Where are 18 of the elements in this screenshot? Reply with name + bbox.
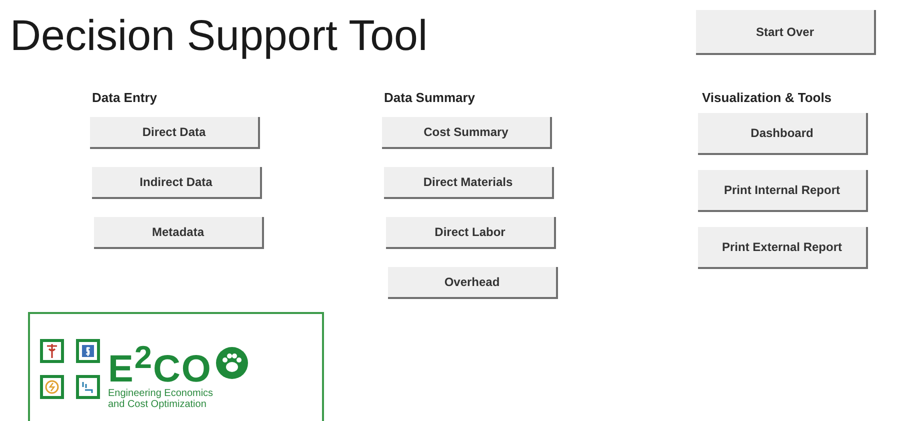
nav-button[interactable]: Direct Materials: [384, 167, 554, 199]
nav-button[interactable]: Metadata: [94, 217, 264, 249]
nav-button[interactable]: Direct Data: [90, 117, 260, 149]
start-over-button[interactable]: Start Over: [696, 10, 876, 55]
logo-tagline: and Cost Optimization: [108, 398, 208, 410]
section-heading: Visualization & Tools: [702, 90, 833, 105]
section-heading: Data Summary: [384, 90, 476, 105]
nav-button[interactable]: Cost Summary: [382, 117, 552, 149]
section-heading: Data Entry: [92, 90, 158, 105]
logo-wordmark: E$^{2}$CO: [108, 339, 212, 388]
nav-button[interactable]: Direct Labor: [386, 217, 556, 249]
nav-button[interactable]: Overhead: [388, 267, 558, 299]
logo-tagline: Engineering Economics: [108, 388, 214, 399]
nav-button[interactable]: Print Internal Report: [698, 170, 868, 212]
nav-button[interactable]: Indirect Data: [92, 167, 262, 199]
nav-button[interactable]: Dashboard: [698, 113, 868, 155]
page-title: Decision Support Tool: [10, 11, 428, 62]
nav-button[interactable]: Print External Report: [698, 227, 868, 269]
